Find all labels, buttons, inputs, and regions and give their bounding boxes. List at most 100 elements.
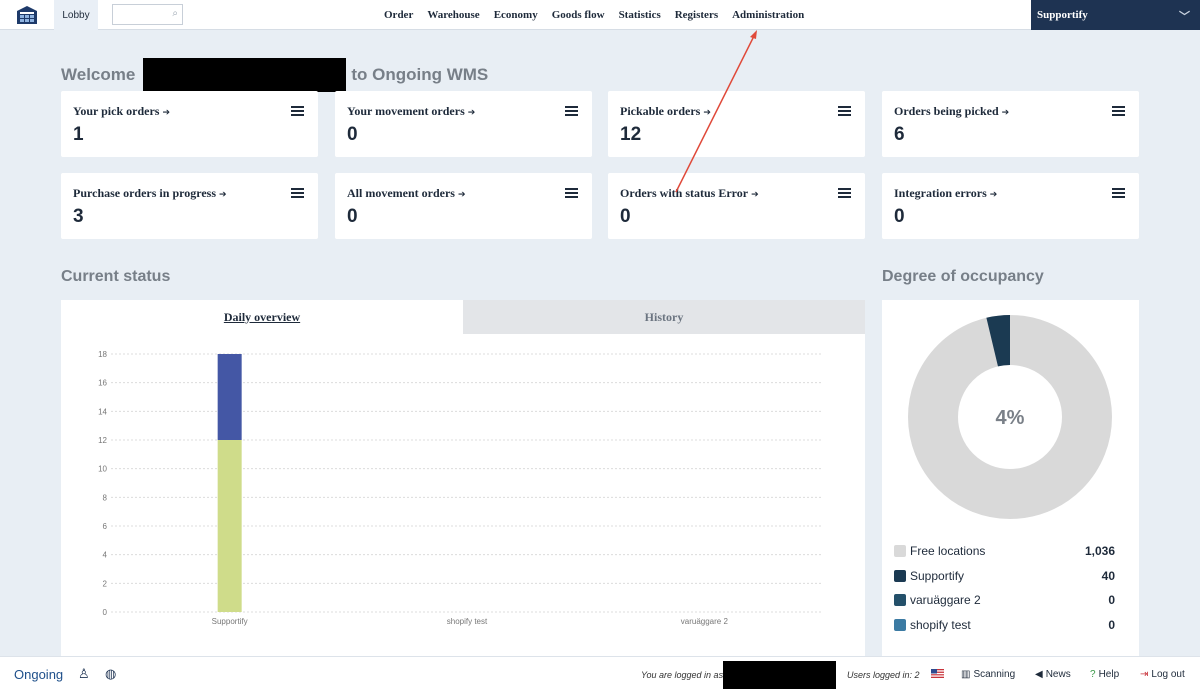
y-tick-label: 18 — [98, 350, 107, 359]
users-logged-in-text: Users logged in: 2 — [847, 670, 920, 680]
legend-swatch — [894, 570, 906, 582]
search-input[interactable] — [113, 6, 169, 25]
x-tick-label: shopify test — [447, 617, 488, 626]
arrow-right-icon: ➔ — [162, 108, 170, 118]
legend-label: Free locations — [910, 544, 986, 558]
list-icon[interactable] — [838, 188, 851, 198]
menu-item-warehouse[interactable]: Warehouse — [427, 9, 479, 21]
legend-item: Free locations 1,036 — [894, 543, 1115, 559]
news-link[interactable]: ◀ News — [1035, 669, 1071, 680]
legend-label: varuäggare 2 — [910, 593, 981, 607]
menu-item-registers[interactable]: Registers — [675, 9, 718, 21]
welcome-heading: Welcome to Ongoing WMS — [61, 58, 488, 92]
y-tick-label: 4 — [103, 551, 108, 560]
card-value: 0 — [347, 124, 358, 145]
card-value: 0 — [620, 206, 631, 227]
list-icon[interactable] — [1112, 106, 1125, 116]
legend-value: 0 — [1108, 618, 1115, 632]
y-tick-label: 12 — [98, 436, 107, 445]
lobby-tab[interactable]: Lobby — [54, 0, 98, 30]
list-icon[interactable] — [291, 188, 304, 198]
redacted-user — [723, 661, 836, 689]
occupancy-donut-chart: 4% — [908, 315, 1112, 519]
card-orders-status-error[interactable]: Orders with status Error ➔ 0 — [608, 173, 865, 239]
megaphone-icon: ◀ — [1035, 669, 1043, 680]
card-integration-errors[interactable]: Integration errors ➔ 0 — [882, 173, 1139, 239]
card-orders-being-picked[interactable]: Orders being picked ➔ 6 — [882, 91, 1139, 157]
list-icon[interactable] — [291, 106, 304, 116]
legend-label: shopify test — [910, 618, 971, 632]
arrow-right-icon: ➔ — [457, 190, 466, 200]
tab-daily-overview[interactable]: Daily overview — [61, 300, 463, 334]
daily-overview-chart: 0 2 4 6 8 10 12 14 16 18 Supportify shopify test var… — [98, 350, 823, 626]
list-icon[interactable] — [1112, 188, 1125, 198]
globe-icon[interactable]: ◍ — [105, 666, 116, 682]
legend-label: Supportify — [910, 569, 965, 583]
arrow-right-icon: ➔ — [219, 190, 227, 200]
y-tick-label: 8 — [103, 493, 108, 502]
lobby-tab-label: Lobby — [62, 9, 90, 21]
card-purchase-orders-in-progress[interactable]: Purchase orders in progress ➔ 3 — [61, 173, 318, 239]
y-tick-label: 16 — [98, 379, 107, 388]
y-tick-label: 0 — [103, 608, 108, 617]
card-pickable-orders[interactable]: Pickable orders ➔ 12 — [608, 91, 865, 157]
list-icon[interactable] — [565, 188, 578, 198]
x-tick-label: Supportify — [212, 617, 248, 626]
menu-item-order[interactable]: Order — [384, 9, 413, 21]
legend-swatch — [894, 545, 906, 557]
menu-item-goods-flow[interactable]: Goods flow — [552, 9, 605, 21]
arrow-right-icon: ➔ — [1001, 108, 1010, 118]
help-label: Help — [1098, 669, 1120, 680]
card-value: 3 — [73, 206, 84, 227]
card-title: Integration errors — [894, 186, 987, 200]
us-flag-icon[interactable] — [931, 669, 944, 678]
y-tick-label: 10 — [98, 465, 107, 474]
card-your-movement-orders[interactable]: Your movement orders ➔ 0 — [335, 91, 592, 157]
help-link[interactable]: ? Help — [1090, 669, 1119, 680]
menu-item-economy[interactable]: Economy — [494, 9, 538, 21]
status-tabs: Daily overview History — [61, 300, 865, 334]
tab-history[interactable]: History — [463, 300, 865, 334]
legend-swatch — [894, 594, 906, 606]
scanning-link[interactable]: ▥ Scanning — [961, 669, 1015, 680]
news-label: News — [1045, 669, 1071, 680]
occupancy-title: Degree of occupancy — [882, 268, 1044, 285]
logout-icon: ⇥ — [1140, 669, 1149, 680]
list-icon[interactable] — [838, 106, 851, 116]
arrow-right-icon: ➔ — [467, 108, 476, 118]
top-navigation-bar: Lobby ⌕ Order Warehouse Economy Goods fl… — [0, 0, 1200, 30]
card-value: 6 — [894, 124, 905, 145]
current-status-title: Current status — [61, 268, 171, 285]
card-your-pick-orders[interactable]: Your pick orders ➔ 1 — [61, 91, 318, 157]
list-icon[interactable] — [565, 106, 578, 116]
warehouse-logo-icon[interactable] — [0, 0, 54, 30]
card-title: All movement orders — [347, 186, 455, 200]
legend-value: 40 — [1101, 569, 1115, 583]
legend-item: Supportify 40 — [894, 568, 1115, 584]
support-agent-icon[interactable]: ♙ — [78, 666, 90, 682]
card-title: Orders with status Error — [620, 186, 749, 200]
footer-brand[interactable]: Ongoing — [14, 667, 63, 682]
welcome-prefix: Welcome — [61, 65, 136, 84]
account-selector[interactable]: Supportify ﹀ — [1031, 0, 1200, 30]
y-tick-label: 14 — [98, 407, 107, 416]
menu-item-administration[interactable]: Administration — [732, 9, 804, 21]
card-title: Your movement orders — [347, 104, 465, 118]
search-icon[interactable]: ⌕ — [172, 8, 178, 19]
card-title: Orders being picked — [894, 104, 999, 118]
bar-segment — [217, 440, 242, 612]
redacted-username — [143, 58, 347, 92]
card-title: Pickable orders — [620, 104, 701, 118]
logout-label: Log out — [1151, 669, 1185, 680]
x-tick-label: varuäggare 2 — [681, 617, 729, 626]
logout-link[interactable]: ⇥ Log out — [1140, 669, 1185, 680]
welcome-suffix: to Ongoing WMS — [351, 65, 489, 84]
arrow-right-icon: ➔ — [751, 190, 759, 200]
barcode-icon: ▥ — [961, 669, 971, 680]
y-tick-label: 2 — [103, 579, 108, 588]
card-value: 0 — [894, 206, 905, 227]
menu-item-statistics[interactable]: Statistics — [619, 9, 661, 21]
arrow-right-icon: ➔ — [703, 108, 711, 118]
card-all-movement-orders[interactable]: All movement orders ➔ 0 — [335, 173, 592, 239]
legend-item: varuäggare 2 0 — [894, 592, 1115, 608]
